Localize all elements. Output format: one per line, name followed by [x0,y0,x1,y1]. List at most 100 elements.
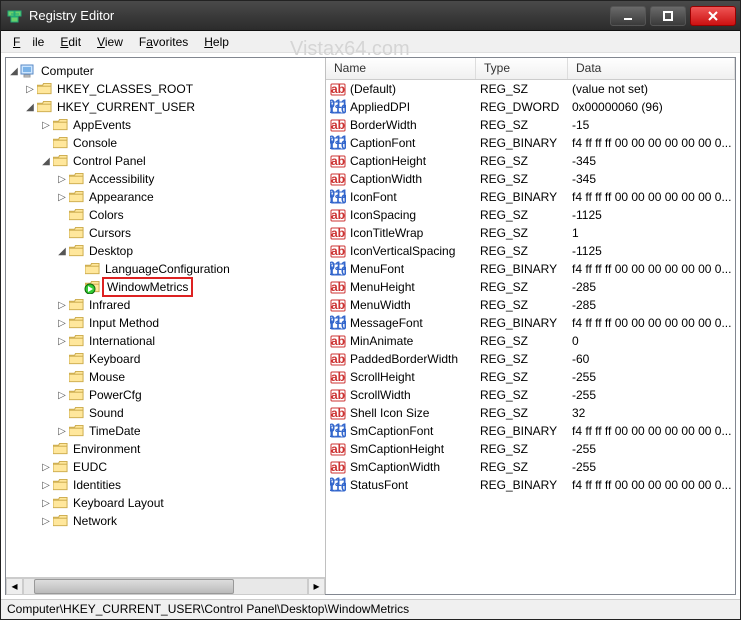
tree-timedate[interactable]: ▷ TimeDate [8,422,325,440]
value-row[interactable]: ab CaptionWidth REG_SZ -345 [326,170,735,188]
folder-icon [52,136,68,150]
value-row[interactable]: 011110 CaptionFont REG_BINARY f4 ff ff f… [326,134,735,152]
tree-keyboard[interactable]: Keyboard [8,350,325,368]
tree-appearance[interactable]: ▷ Appearance [8,188,325,206]
expand-icon[interactable]: ▷ [56,192,68,203]
folder-icon [68,352,84,366]
col-name[interactable]: Name [326,58,476,79]
tree-hkcu[interactable]: ◢ HKEY_CURRENT_USER [8,98,325,116]
value-row[interactable]: ab MenuHeight REG_SZ -285 [326,278,735,296]
value-row[interactable]: ab IconVerticalSpacing REG_SZ -1125 [326,242,735,260]
minimize-button[interactable] [610,6,646,26]
value-row[interactable]: ab (Default) REG_SZ (value not set) [326,80,735,98]
tree-environment[interactable]: Environment [8,440,325,458]
folder-icon [68,424,84,438]
expand-icon[interactable]: ◢ [40,156,52,167]
list-header[interactable]: Name Type Data [326,58,735,80]
tree-identities[interactable]: ▷ Identities [8,476,325,494]
folder-icon [84,280,100,294]
tree-desktop[interactable]: ◢ Desktop [8,242,325,260]
maximize-button[interactable] [650,6,686,26]
expand-icon[interactable]: ▷ [40,462,52,473]
value-row[interactable]: ab MinAnimate REG_SZ 0 [326,332,735,350]
tree-windowmetrics[interactable]: WindowMetrics [8,278,325,296]
folder-icon [84,262,100,276]
tree-appevents[interactable]: ▷ AppEvents [8,116,325,134]
tree-international[interactable]: ▷ International [8,332,325,350]
expand-icon[interactable]: ▷ [56,174,68,185]
expand-icon[interactable]: ▷ [56,300,68,311]
tree-cursors[interactable]: Cursors [8,224,325,242]
tree-colors[interactable]: Colors [8,206,325,224]
value-row[interactable]: ab CaptionHeight REG_SZ -345 [326,152,735,170]
close-button[interactable] [690,6,736,26]
expand-icon[interactable]: ▷ [56,318,68,329]
expand-icon[interactable]: ▷ [40,516,52,527]
tree-inputmethod[interactable]: ▷ Input Method [8,314,325,332]
tree-accessibility[interactable]: ▷ Accessibility [8,170,325,188]
value-row[interactable]: ab Shell Icon Size REG_SZ 32 [326,404,735,422]
tree-eudc[interactable]: ▷ EUDC [8,458,325,476]
svg-text:110: 110 [330,138,346,151]
tree-mouse[interactable]: Mouse [8,368,325,386]
tree-langcfg[interactable]: LanguageConfiguration [8,260,325,278]
tree-sound[interactable]: Sound [8,404,325,422]
tree-computer[interactable]: ◢ Computer [8,62,325,80]
expand-icon[interactable]: ▷ [40,480,52,491]
menu-favorites[interactable]: Favorites [133,33,194,51]
menu-help[interactable]: Help [198,33,235,51]
value-row[interactable]: ab SmCaptionWidth REG_SZ -255 [326,458,735,476]
value-row[interactable]: ab SmCaptionHeight REG_SZ -255 [326,440,735,458]
tree-powercfg[interactable]: ▷ PowerCfg [8,386,325,404]
value-row[interactable]: 011110 StatusFont REG_BINARY f4 ff ff ff… [326,476,735,494]
value-row[interactable]: ab IconTitleWrap REG_SZ 1 [326,224,735,242]
tree-label: TimeDate [86,423,144,439]
expand-icon[interactable]: ◢ [24,102,36,113]
value-row[interactable]: ab IconSpacing REG_SZ -1125 [326,206,735,224]
expand-icon[interactable]: ▷ [56,336,68,347]
titlebar[interactable]: Registry Editor [1,1,740,31]
tree-label: Environment [70,441,143,457]
value-row[interactable]: ab PaddedBorderWidth REG_SZ -60 [326,350,735,368]
scroll-left-arrow[interactable]: ◂ [6,578,23,595]
menu-view[interactable]: View [91,33,129,51]
value-row[interactable]: 011110 MenuFont REG_BINARY f4 ff ff ff 0… [326,260,735,278]
value-row[interactable]: ab ScrollWidth REG_SZ -255 [326,386,735,404]
value-row[interactable]: ab MenuWidth REG_SZ -285 [326,296,735,314]
menu-edit[interactable]: Edit [54,33,87,51]
expand-icon[interactable]: ▷ [56,426,68,437]
value-row[interactable]: ab ScrollHeight REG_SZ -255 [326,368,735,386]
expand-icon[interactable]: ▷ [40,498,52,509]
expand-icon[interactable]: ◢ [8,66,20,77]
tree-hkcr[interactable]: ▷ HKEY_CLASSES_ROOT [8,80,325,98]
tree-network[interactable]: ▷ Network [8,512,325,530]
horizontal-scrollbar[interactable]: ◂ ▸ [6,577,325,594]
tree-label: HKEY_CURRENT_USER [54,99,198,115]
value-name: StatusFont [350,478,480,492]
tree-label: PowerCfg [86,387,145,403]
tree-console[interactable]: Console [8,134,325,152]
scroll-thumb[interactable] [34,579,234,594]
tree-infrared[interactable]: ▷ Infrared [8,296,325,314]
computer-icon [20,64,36,78]
tree-keyboardlayout[interactable]: ▷ Keyboard Layout [8,494,325,512]
registry-tree[interactable]: ◢ Computer ▷ HKEY_CLASSES_ROOT ◢ HKEY_CU… [6,58,325,577]
col-type[interactable]: Type [476,58,568,79]
expand-icon[interactable]: ▷ [40,120,52,131]
value-name: SmCaptionFont [350,424,480,438]
value-row[interactable]: ab BorderWidth REG_SZ -15 [326,116,735,134]
value-name: MenuFont [350,262,480,276]
col-data[interactable]: Data [568,58,735,79]
expand-icon[interactable]: ◢ [56,246,68,257]
value-list[interactable]: Name Type Data ab (Default) REG_SZ (valu… [326,58,735,594]
value-row[interactable]: 011110 MessageFont REG_BINARY f4 ff ff f… [326,314,735,332]
value-row[interactable]: 011110 SmCaptionFont REG_BINARY f4 ff ff… [326,422,735,440]
expand-icon[interactable]: ▷ [24,84,36,95]
value-row[interactable]: 011110 IconFont REG_BINARY f4 ff ff ff 0… [326,188,735,206]
menu-file[interactable]: File [7,33,50,51]
folder-icon [68,334,84,348]
scroll-right-arrow[interactable]: ▸ [308,578,325,595]
tree-controlpanel[interactable]: ◢ Control Panel [8,152,325,170]
value-row[interactable]: 011110 AppliedDPI REG_DWORD 0x00000060 (… [326,98,735,116]
expand-icon[interactable]: ▷ [56,390,68,401]
